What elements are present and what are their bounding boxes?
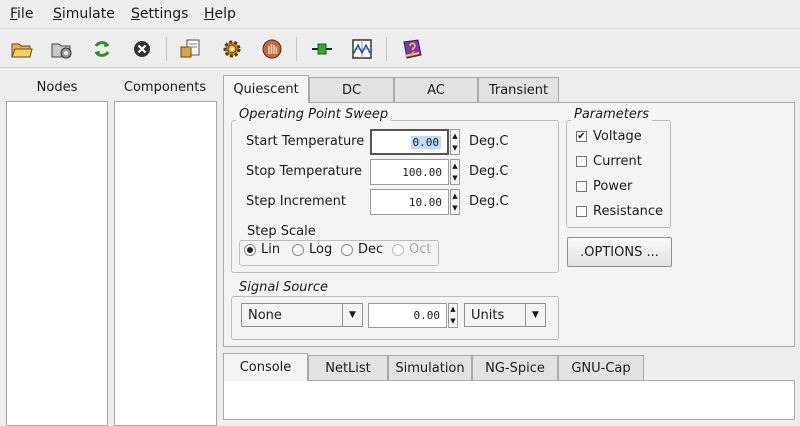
tab-dc[interactable]: DC — [309, 77, 394, 103]
signal-units-select[interactable]: Units ▼ — [464, 303, 546, 327]
menu-simulate[interactable]: Simulate — [53, 6, 115, 22]
tab-netlist[interactable]: NetList — [308, 355, 388, 381]
voltage-checkbox[interactable]: ✔ Voltage — [576, 129, 642, 144]
start-temperature-unit: Deg.C — [469, 134, 509, 149]
toolbar — [0, 28, 800, 68]
components-list[interactable] — [114, 101, 217, 426]
stop-temperature-stepper[interactable]: ▲ ▼ — [450, 159, 460, 185]
current-checkbox[interactable]: Current — [576, 154, 642, 169]
stop-temperature-label: Stop Temperature — [246, 164, 363, 179]
nodes-list[interactable] — [6, 101, 108, 426]
hand-icon[interactable] — [258, 35, 286, 63]
check-icon: ✔ — [576, 131, 587, 142]
scale-dec-radio[interactable]: Dec — [341, 242, 383, 257]
signal-value-stepper[interactable]: ▲ ▼ — [448, 303, 458, 328]
menu-file[interactable]: File — [10, 6, 33, 22]
refresh-icon[interactable] — [88, 35, 116, 63]
tab-ac[interactable]: AC — [394, 77, 478, 103]
open-settings-icon[interactable] — [48, 35, 76, 63]
netlist-icon[interactable] — [176, 35, 204, 63]
menu-help[interactable]: Help — [204, 6, 236, 22]
components-title: Components — [123, 80, 207, 95]
signal-value-input[interactable]: 0.00 — [368, 303, 447, 328]
resistance-checkbox[interactable]: Resistance — [576, 204, 663, 219]
parameters-title: Parameters — [571, 107, 652, 122]
step-increment-stepper[interactable]: ▲ ▼ — [450, 189, 460, 215]
operating-point-sweep-title: Operating Point Sweep — [236, 107, 392, 122]
signal-source-title: Signal Source — [236, 280, 332, 295]
connector-icon[interactable] — [308, 35, 336, 63]
scale-lin-radio[interactable]: Lin — [244, 242, 280, 257]
toolbar-separator — [296, 37, 297, 61]
start-temperature-input[interactable]: 0.00 — [370, 129, 449, 155]
waveform-icon[interactable] — [348, 35, 376, 63]
toolbar-separator — [386, 37, 387, 61]
start-temperature-label: Start Temperature — [246, 134, 365, 149]
tab-console[interactable]: Console — [223, 353, 308, 381]
menu-bar: File Simulate Settings Help — [0, 0, 800, 28]
stop-temperature-input[interactable]: 100.00 — [370, 159, 449, 185]
tab-gnu-cap[interactable]: GNU-Cap — [558, 355, 644, 381]
tab-quiescent[interactable]: Quiescent — [223, 75, 309, 103]
stop-temperature-unit: Deg.C — [469, 164, 509, 179]
stop-icon[interactable] — [128, 35, 156, 63]
scale-log-radio[interactable]: Log — [292, 242, 332, 257]
toolbar-separator — [166, 37, 167, 61]
power-checkbox[interactable]: Power — [576, 179, 632, 194]
signal-source-select[interactable]: None ▼ — [241, 303, 363, 327]
step-increment-input[interactable]: 10.00 — [370, 189, 449, 215]
open-folder-icon[interactable] — [8, 35, 36, 63]
tab-transient[interactable]: Transient — [478, 77, 559, 103]
console-pane[interactable] — [223, 380, 795, 420]
tab-simulation[interactable]: Simulation — [388, 355, 472, 381]
gear-icon[interactable] — [218, 35, 246, 63]
options-button[interactable]: .OPTIONS ... — [567, 237, 672, 267]
help-book-icon[interactable] — [398, 35, 426, 63]
tab-ng-spice[interactable]: NG-Spice — [472, 355, 558, 381]
scale-oct-radio: Oct — [392, 242, 431, 257]
step-increment-label: Step Increment — [246, 194, 347, 209]
nodes-title: Nodes — [36, 80, 78, 95]
menu-settings[interactable]: Settings — [131, 6, 188, 22]
step-scale-title: Step Scale — [244, 224, 319, 239]
step-increment-unit: Deg.C — [469, 194, 509, 209]
quiescent-pane: Operating Point Sweep Start Temperature … — [223, 102, 795, 347]
start-temperature-stepper[interactable]: ▲ ▼ — [450, 129, 460, 155]
